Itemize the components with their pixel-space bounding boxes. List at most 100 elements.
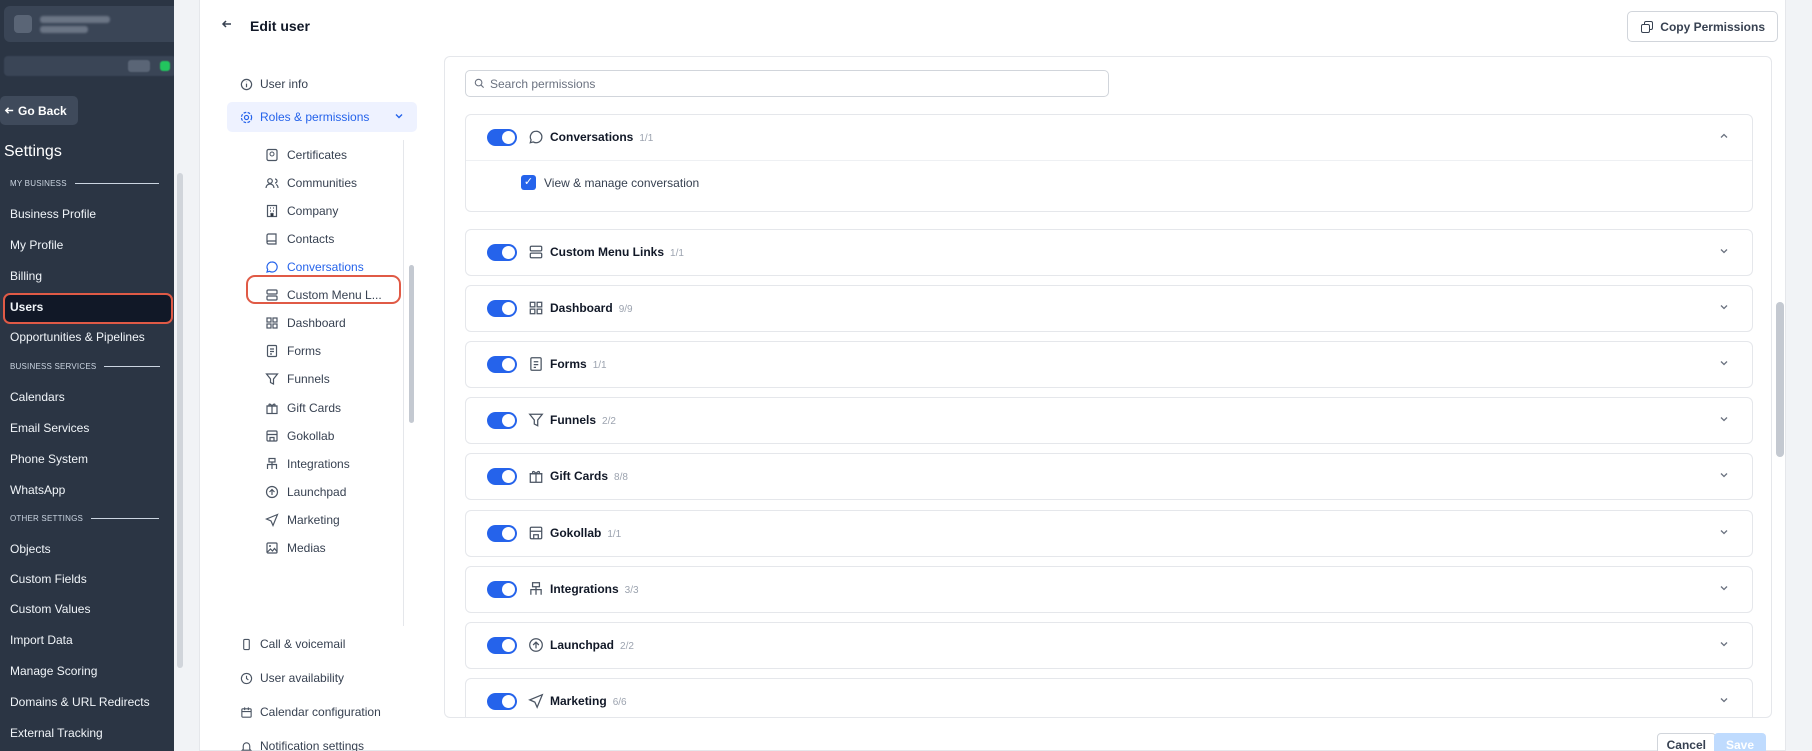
sidebar-item-external-tracking[interactable]: External Tracking (10, 726, 103, 740)
permissions-content: Search permissions Conversations 1/1 ✓ Vi… (444, 56, 1772, 718)
chevron-down-icon[interactable] (1718, 469, 1730, 481)
search-permissions-input[interactable]: Search permissions (465, 70, 1109, 97)
nav-call-voicemail[interactable]: Call & voicemail (240, 637, 345, 651)
sub-item-marketing[interactable]: Marketing (265, 513, 340, 527)
group-toggle[interactable] (487, 244, 517, 261)
group-toggle[interactable] (487, 525, 517, 542)
chevron-down-icon[interactable] (1718, 357, 1730, 369)
account-switcher[interactable] (4, 6, 174, 42)
chevron-down-icon (395, 114, 403, 119)
chevron-up-icon[interactable] (1718, 130, 1730, 142)
sidebar-item-objects[interactable]: Objects (10, 542, 51, 556)
nav-notification-settings[interactable]: Notification settings (240, 739, 364, 751)
content-scrollbar[interactable] (1776, 302, 1784, 457)
sub-item-communities[interactable]: Communities (265, 176, 357, 190)
sidebar-item-phone-system[interactable]: Phone System (10, 452, 88, 466)
group-toggle[interactable] (487, 693, 517, 710)
sidebar-item-billing[interactable]: Billing (10, 269, 42, 283)
go-back-button[interactable]: Go Back (0, 96, 78, 125)
group-title[interactable]: Gift Cards 8/8 (550, 469, 628, 483)
conversations-toggle[interactable] (487, 129, 517, 146)
copy-icon (1641, 20, 1654, 33)
section-label-other-settings: OTHER SETTINGS (10, 514, 160, 523)
sub-item-conversations[interactable]: Conversations (265, 260, 364, 274)
form-icon (266, 344, 278, 358)
group-toggle[interactable] (487, 581, 517, 598)
sub-item-certificates[interactable]: Certificates (265, 148, 347, 162)
chevron-down-icon[interactable] (1718, 694, 1730, 706)
form-icon (530, 357, 542, 371)
sidebar-item-email-services[interactable]: Email Services (10, 421, 89, 435)
sidebar-scrollbar[interactable] (177, 173, 183, 668)
chevron-down-icon[interactable] (1718, 582, 1730, 594)
sub-item-company[interactable]: Company (265, 204, 338, 218)
building-icon (266, 204, 278, 218)
sub-item-contacts[interactable]: Contacts (265, 232, 334, 246)
group-toggle[interactable] (487, 412, 517, 429)
group-title[interactable]: Gokollab 1/1 (550, 526, 621, 540)
nav-roles-permissions[interactable]: Roles & permissions (227, 102, 417, 132)
group-title[interactable]: Funnels 2/2 (550, 413, 616, 427)
sidebar-item-custom-fields[interactable]: Custom Fields (10, 572, 87, 586)
sub-item-launchpad[interactable]: Launchpad (265, 485, 346, 499)
section-label-my-business: MY BUSINESS (10, 179, 159, 188)
group-title[interactable]: Launchpad 2/2 (550, 638, 634, 652)
group-title[interactable]: Conversations 1/1 (550, 130, 653, 144)
permission-group-custom-menu-links: Custom Menu Links 1/1 (465, 229, 1753, 276)
menu-links-icon (529, 245, 543, 259)
group-title[interactable]: Marketing 6/6 (550, 694, 627, 708)
sidebar-search[interactable] (4, 56, 174, 76)
sidebar-item-calendars[interactable]: Calendars (10, 390, 65, 404)
sub-item-funnels[interactable]: Funnels (265, 372, 330, 386)
sub-item-medias[interactable]: Medias (265, 541, 326, 555)
group-title[interactable]: Integrations 3/3 (550, 582, 639, 596)
book-icon (266, 233, 277, 245)
sidebar-item-whatsapp[interactable]: WhatsApp (10, 483, 65, 497)
info-icon (240, 78, 253, 90)
calendar-icon (241, 706, 252, 718)
users-icon (265, 178, 279, 189)
back-icon[interactable] (220, 17, 234, 31)
chevron-down-icon[interactable] (1718, 413, 1730, 425)
chevron-down-icon[interactable] (1718, 301, 1730, 313)
nav-calendar-configuration[interactable]: Calendar configuration (240, 705, 381, 719)
sub-item-gift-cards[interactable]: Gift Cards (265, 401, 341, 415)
sub-item-gokollab[interactable]: Gokollab (265, 429, 334, 443)
sub-list-scrollbar[interactable] (409, 265, 414, 423)
sidebar-item-domains[interactable]: Domains & URL Redirects (10, 695, 150, 709)
group-toggle[interactable] (487, 356, 517, 373)
chevron-down-icon[interactable] (1718, 638, 1730, 650)
sub-item-dashboard[interactable]: Dashboard (265, 316, 346, 330)
conversations-highlight (246, 275, 401, 304)
permissions-sub-list: Certificates Communities Company Contact… (246, 140, 404, 626)
group-toggle[interactable] (487, 300, 517, 317)
group-toggle[interactable] (487, 468, 517, 485)
sidebar-item-custom-values[interactable]: Custom Values (10, 602, 90, 616)
permission-group-integrations: Integrations 3/3 (465, 566, 1753, 613)
sidebar-item-business-profile[interactable]: Business Profile (10, 207, 96, 221)
cancel-button[interactable]: Cancel (1656, 733, 1716, 751)
nav-user-info[interactable]: User info (240, 77, 308, 91)
sub-item-forms[interactable]: Forms (265, 344, 321, 358)
nav-user-availability[interactable]: User availability (240, 671, 344, 685)
permission-group-launchpad: Launchpad 2/2 (465, 622, 1753, 669)
chevron-down-icon[interactable] (1718, 245, 1730, 257)
group-title[interactable]: Forms 1/1 (550, 357, 607, 371)
sidebar-item-opportunities[interactable]: Opportunities & Pipelines (10, 330, 145, 344)
view-manage-conversation-checkbox[interactable]: ✓ (521, 175, 536, 190)
group-title[interactable]: Custom Menu Links 1/1 (550, 245, 684, 259)
copy-permissions-button[interactable]: Copy Permissions (1627, 11, 1778, 42)
sidebar-item-users[interactable]: Users (10, 300, 43, 314)
store-icon (266, 430, 278, 442)
chevron-down-icon[interactable] (1718, 526, 1730, 538)
integrations-icon (530, 582, 542, 595)
quick-action-icon[interactable] (160, 61, 170, 71)
sub-item-integrations[interactable]: Integrations (265, 457, 350, 471)
clock-icon (240, 672, 253, 684)
save-button[interactable]: Save (1713, 733, 1766, 751)
sidebar-item-manage-scoring[interactable]: Manage Scoring (10, 664, 97, 678)
sidebar-item-import-data[interactable]: Import Data (10, 633, 73, 647)
group-toggle[interactable] (487, 637, 517, 654)
group-title[interactable]: Dashboard 9/9 (550, 301, 633, 315)
sidebar-item-my-profile[interactable]: My Profile (10, 238, 63, 252)
